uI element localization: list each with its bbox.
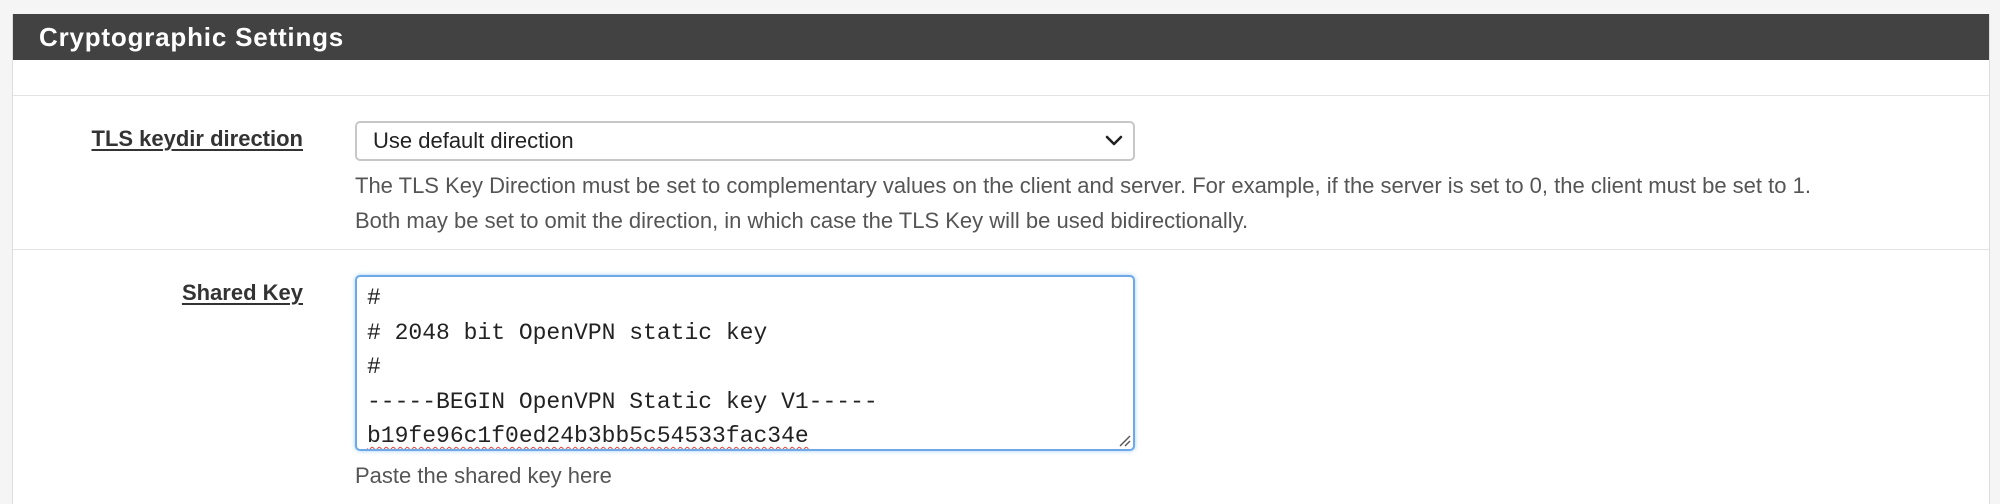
shared-key-row: Shared Key # # 2048 bit OpenVPN static k… (13, 250, 1989, 490)
shared-key-line: # 2048 bit OpenVPN static key (367, 319, 768, 346)
panel-spacer (13, 60, 1989, 96)
tls-keydir-row: TLS keydir direction Use default directi… (13, 96, 1989, 250)
shared-key-line: # (367, 354, 381, 380)
tls-keydir-selected-value: Use default direction (373, 128, 574, 153)
shared-key-line: # (367, 285, 381, 311)
shared-key-textarea[interactable]: # # 2048 bit OpenVPN static key # -----B… (355, 275, 1135, 451)
shared-key-label: Shared Key (181, 280, 303, 305)
shared-key-help: Paste the shared key here (355, 463, 612, 488)
tls-keydir-select[interactable]: Use default direction (355, 121, 1135, 161)
cryptographic-settings-panel: Cryptographic Settings TLS keydir direct… (12, 14, 1990, 504)
chevron-down-icon (1105, 135, 1123, 146)
shared-key-line: -----BEGIN OpenVPN Static key V1----- (367, 388, 878, 415)
resize-grip-icon[interactable] (1117, 433, 1131, 447)
tls-keydir-help-line2: Both may be set to omit the direction, i… (355, 208, 1249, 233)
panel-title: Cryptographic Settings (13, 14, 1989, 60)
shared-key-line: b19fe96c1f0ed24b3bb5c54533fac34e (367, 423, 809, 449)
tls-keydir-label: TLS keydir direction (91, 126, 304, 151)
tls-keydir-help: The TLS Key Direction must be set to com… (355, 168, 1975, 238)
tls-keydir-help-line1: The TLS Key Direction must be set to com… (355, 173, 1811, 198)
